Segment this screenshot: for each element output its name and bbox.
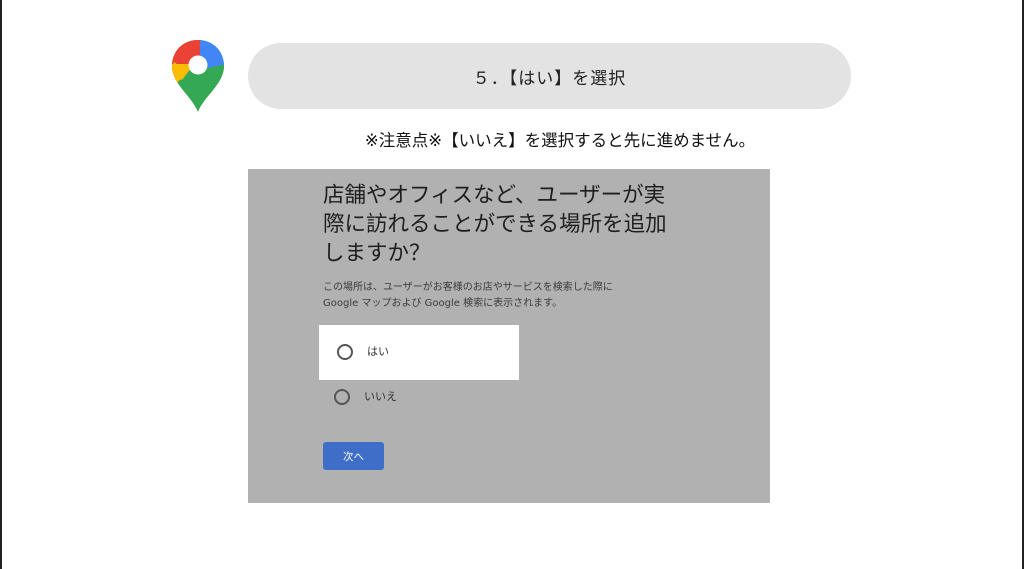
- form-description: この場所は、ユーザーがお客様のお店やサービスを検索した際に Google マップ…: [323, 280, 693, 312]
- form-screenshot: 店舗やオフィスなど、ユーザーが実 際に訪れることができる場所を追加 しますか？ …: [248, 169, 770, 503]
- radio-unchecked-icon[interactable]: [334, 389, 350, 405]
- form-description-line: Google マップおよび Google 検索に表示されます。: [323, 298, 563, 309]
- caution-note: ※注意点※【いいえ】を選択すると先に進めません。: [364, 131, 756, 150]
- step-title-pill: ５．【はい】を選択: [248, 43, 851, 109]
- next-button[interactable]: 次へ: [323, 442, 384, 470]
- option-yes-label: はい: [367, 345, 389, 358]
- form-heading-line: 際に訪れることができる場所を追加: [323, 212, 667, 237]
- form-heading-line: しますか？: [323, 241, 431, 266]
- form-description-line: この場所は、ユーザーがお客様のお店やサービスを検索した際に: [323, 282, 613, 293]
- google-maps-pin-icon: [172, 40, 224, 112]
- radio-unchecked-icon[interactable]: [337, 344, 353, 360]
- form-heading: 店舗やオフィスなど、ユーザーが実 際に訪れることができる場所を追加 しますか？: [323, 181, 723, 268]
- form-heading-line: 店舗やオフィスなど、ユーザーが実: [323, 183, 666, 208]
- option-no[interactable]: いいえ: [319, 381, 519, 417]
- option-no-label: いいえ: [364, 390, 397, 403]
- option-yes[interactable]: はい: [319, 325, 519, 380]
- step-title: ５．【はい】を選択: [472, 68, 627, 89]
